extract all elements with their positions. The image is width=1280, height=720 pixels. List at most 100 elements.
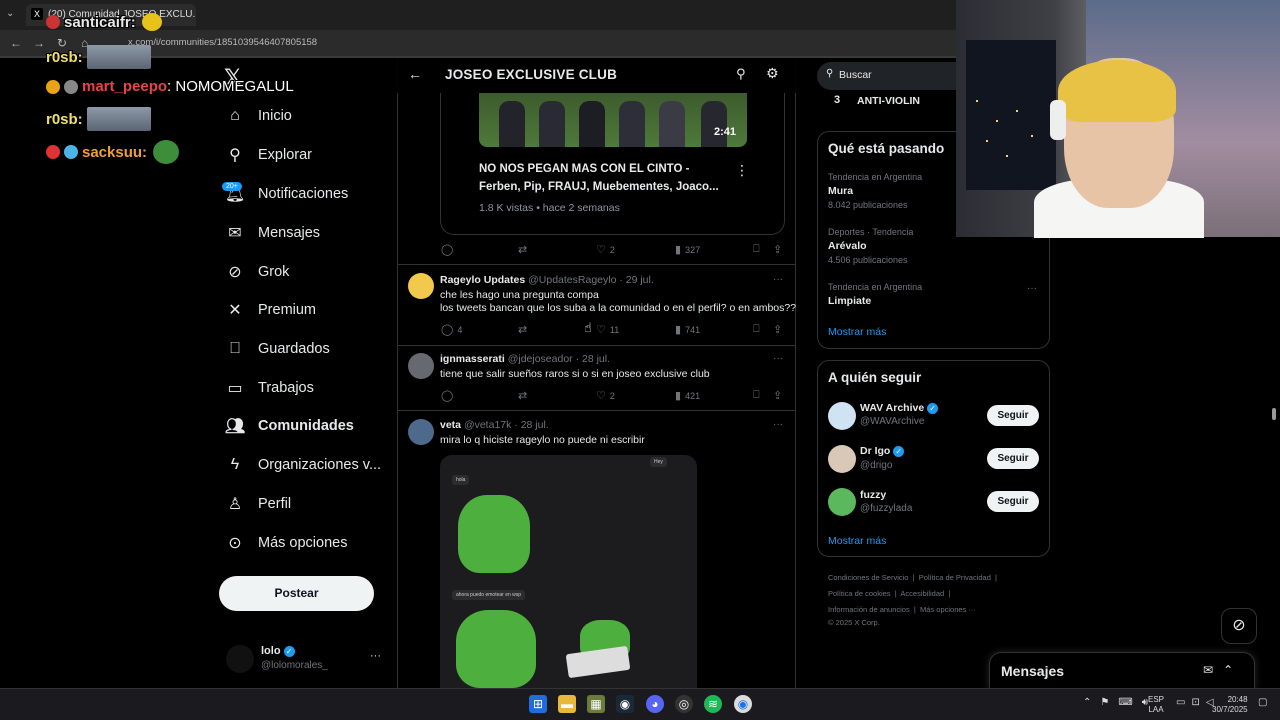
chat-line: r0sb: <box>46 107 151 131</box>
sidebar-item-perfil[interactable]: ♙ Perfil <box>224 489 291 519</box>
spotify-icon[interactable]: ≋ <box>704 695 722 713</box>
sidebar-item-explorar[interactable]: ⚲ Explorar <box>224 140 312 170</box>
sidebar-item-guardados[interactable]: ⎕ Guardados <box>224 334 330 364</box>
tab-list-icon[interactable]: ⌄ <box>6 8 14 19</box>
search-icon[interactable]: ⚲ <box>736 66 746 82</box>
share-icon: ⇪ <box>773 244 783 256</box>
sidebar-item-mensajes[interactable]: ✉ Mensajes <box>224 218 320 248</box>
repost-button[interactable]: ⇄ <box>518 323 527 336</box>
tweet-more-icon[interactable]: ··· <box>773 419 783 430</box>
share-button[interactable]: ⇪ <box>773 243 782 256</box>
language-indicator[interactable]: ESP LAA <box>1148 695 1164 715</box>
follow-button[interactable]: Seguir <box>987 491 1039 512</box>
follow-name[interactable]: fuzzy <box>860 489 886 501</box>
repost-button[interactable]: ⇄ <box>518 243 527 256</box>
account-avatar[interactable] <box>226 645 254 673</box>
account-name[interactable]: lolo ✓ <box>261 645 295 657</box>
sidebar-item-notificaciones[interactable]: 🔔︎ Notificaciones <box>224 179 348 209</box>
scrollbar-thumb[interactable] <box>1272 408 1276 420</box>
bookmark-button[interactable]: ⎕ <box>753 243 760 256</box>
trend-more-icon[interactable]: ··· <box>1027 283 1037 294</box>
tweet-author[interactable]: ignmasserati @jdejoseador · 28 jul. <box>440 353 610 365</box>
bookmark-button[interactable]: ⎕ <box>753 323 760 336</box>
show-more-link[interactable]: Mostrar más <box>828 535 886 547</box>
video-thumbnail[interactable] <box>479 93 747 147</box>
follow-name[interactable]: WAV Archive ✓ <box>860 402 939 414</box>
notification-badge: 20+ <box>222 182 242 191</box>
back-arrow-icon[interactable]: ← <box>408 66 422 82</box>
windows-start-icon[interactable]: ⊞ <box>529 695 547 713</box>
avatar[interactable] <box>828 488 856 516</box>
follow-name[interactable]: Dr Igo ✓ <box>860 445 905 457</box>
trend-item[interactable]: Limpiate <box>828 295 871 307</box>
avatar[interactable] <box>408 353 434 379</box>
trend-item[interactable]: Mura <box>828 185 853 197</box>
sidebar-item-mas-opciones[interactable]: ⊙ Más opciones <box>224 528 347 558</box>
avatar[interactable] <box>408 273 434 299</box>
follow-title: A quién seguir <box>828 370 922 385</box>
like-button[interactable]: ♡ 2 <box>596 243 615 256</box>
reply-button[interactable]: ◯ <box>441 389 457 402</box>
like-button[interactable]: ♡ 11 <box>596 323 619 336</box>
chat-line: sacksuu: <box>46 140 180 164</box>
chrome-icon[interactable]: ◉ <box>734 695 752 713</box>
account-more-icon[interactable]: ··· <box>370 650 381 662</box>
follow-button[interactable]: Seguir <box>987 405 1039 426</box>
avatar[interactable] <box>828 445 856 473</box>
like-button[interactable]: ♡ 2 <box>596 389 615 402</box>
views-button[interactable]: ▮ 327 <box>675 243 700 256</box>
search-input[interactable]: Buscar <box>817 62 977 90</box>
steam-icon[interactable]: ◉ <box>616 695 634 713</box>
clock[interactable]: 20:48 30/7/2025 <box>1212 695 1248 715</box>
bookmark-icon: ⎕ <box>230 340 240 357</box>
share-button[interactable]: ⇪ <box>773 389 782 402</box>
sidebar-item-grok[interactable]: ⊘ Grok <box>224 257 289 287</box>
verified-icon: ✓ <box>927 402 939 414</box>
bookmark-button[interactable]: ⎕ <box>753 389 760 402</box>
reply-button[interactable]: ◯ <box>441 243 457 256</box>
post-button[interactable]: Postear <box>219 576 374 611</box>
obs-icon[interactable]: ◎ <box>675 695 693 713</box>
reply-button[interactable]: ◯ 4 <box>441 323 462 336</box>
views-icon: ▮ <box>675 390 682 402</box>
url-field[interactable]: x.com/i/communities/1851039546407805158 <box>128 37 317 48</box>
post-divider <box>397 264 796 265</box>
forward-arrow-icon[interactable]: → <box>33 36 45 50</box>
follow-button[interactable]: Seguir <box>987 448 1039 469</box>
grok-float-icon[interactable]: ⊘ <box>1221 608 1257 644</box>
new-message-icon[interactable]: ✉ <box>1203 663 1223 677</box>
repost-button[interactable]: ⇄ <box>518 389 527 402</box>
views-button[interactable]: ▮ 741 <box>675 323 700 336</box>
trend-item[interactable]: Arévalo <box>828 240 867 252</box>
avatar[interactable] <box>828 402 856 430</box>
sidebar-item-trabajos[interactable]: ▭ Trabajos <box>224 373 313 403</box>
avatar[interactable] <box>408 419 434 445</box>
tweet-author[interactable]: Rageylo Updates @UpdatesRageylo · 29 jul… <box>440 274 654 286</box>
trend-category: Tendencia en Argentina <box>828 282 923 292</box>
file-explorer-icon[interactable]: ▬ <box>558 695 576 713</box>
chat-bubble: hola <box>452 475 470 485</box>
gear-icon[interactable]: ⚙ <box>766 65 779 82</box>
chat-badge-icon <box>64 145 78 159</box>
tweet-more-icon[interactable]: ··· <box>773 274 783 285</box>
expand-icon[interactable]: ⌃ <box>1223 663 1243 677</box>
tweet-more-icon[interactable]: ··· <box>773 353 783 364</box>
back-arrow-icon[interactable]: ← <box>10 36 22 50</box>
sidebar-item-organizaciones[interactable]: ϟ Organizaciones v... <box>224 450 381 480</box>
sidebar-item-inicio[interactable]: ⌂ Inicio <box>224 101 292 131</box>
sidebar-item-comunidades[interactable]: 👥︎ Comunidades <box>224 411 354 441</box>
repost-icon: ⇄ <box>518 324 528 336</box>
minecraft-icon[interactable]: ▦ <box>587 695 605 713</box>
video-title[interactable]: NO NOS PEGAN MAS CON EL CINTO - Ferben, … <box>479 160 724 196</box>
community-rank-label[interactable]: ANTI-VIOLIN <box>857 95 920 107</box>
discord-icon[interactable]: ◕ <box>646 695 664 713</box>
tweet-author[interactable]: veta @veta17k · 28 jul. <box>440 419 549 431</box>
footer-links: Condiciones de Servicio | Política de Pr… <box>828 573 998 582</box>
sidebar-item-premium[interactable]: ✕ Premium <box>224 295 316 325</box>
share-button[interactable]: ⇪ <box>773 323 782 336</box>
system-tray-icons[interactable]: ⌃⚑⌨🔊︎ <box>1083 697 1157 708</box>
views-button[interactable]: ▮ 421 <box>675 389 700 402</box>
notification-icon[interactable]: ▢ <box>1258 697 1267 708</box>
show-more-link[interactable]: Mostrar más <box>828 326 886 338</box>
video-more-icon[interactable]: ⋮ <box>735 162 749 179</box>
